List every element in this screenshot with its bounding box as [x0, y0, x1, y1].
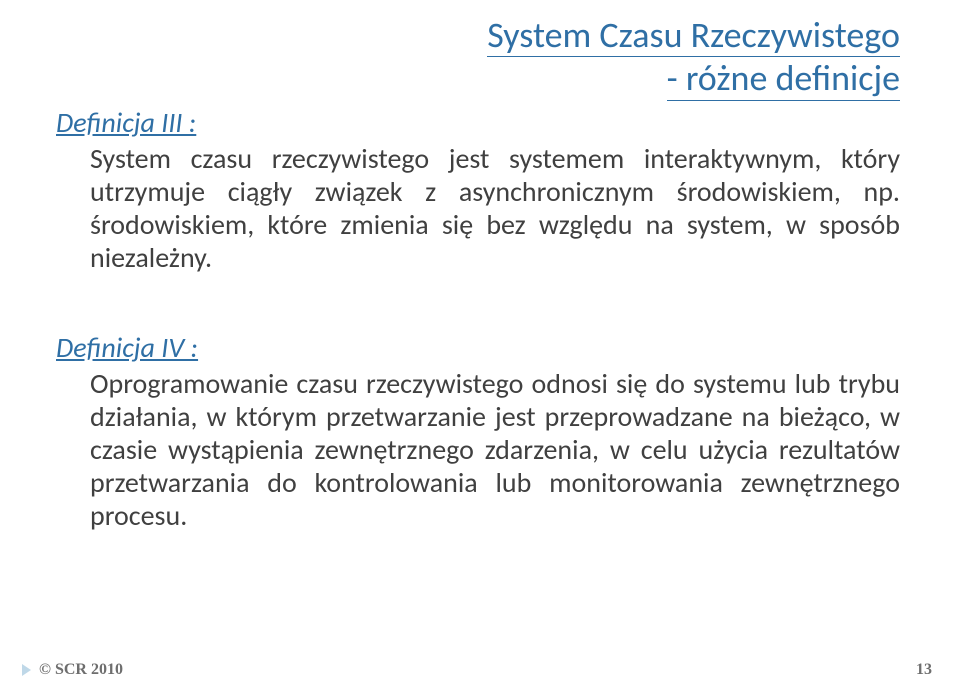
definition-4-text: Oprogramowanie czasu rzeczywistego odnos… [90, 367, 900, 532]
definition-3-heading: Definicja III : [56, 105, 900, 140]
definition-3-text: System czasu rzeczywistego jest systemem… [90, 142, 900, 274]
footer: © SCR 2010 [22, 661, 123, 679]
arrow-right-icon [22, 664, 31, 676]
page-number: 13 [916, 661, 932, 679]
spacer [56, 274, 900, 330]
title-wrap: System Czasu Rzeczywistego - różne defin… [56, 14, 900, 33]
slide-title-line2: - różne definicje [667, 57, 900, 100]
slide-body: Definicja III : System czasu rzeczywiste… [56, 101, 900, 532]
definition-4-heading: Definicja IV : [56, 330, 900, 365]
copyright-text: © SCR 2010 [39, 661, 123, 679]
slide: System Czasu Rzeczywistego - różne defin… [0, 0, 960, 697]
slide-title-line1: System Czasu Rzeczywistego [487, 14, 900, 57]
